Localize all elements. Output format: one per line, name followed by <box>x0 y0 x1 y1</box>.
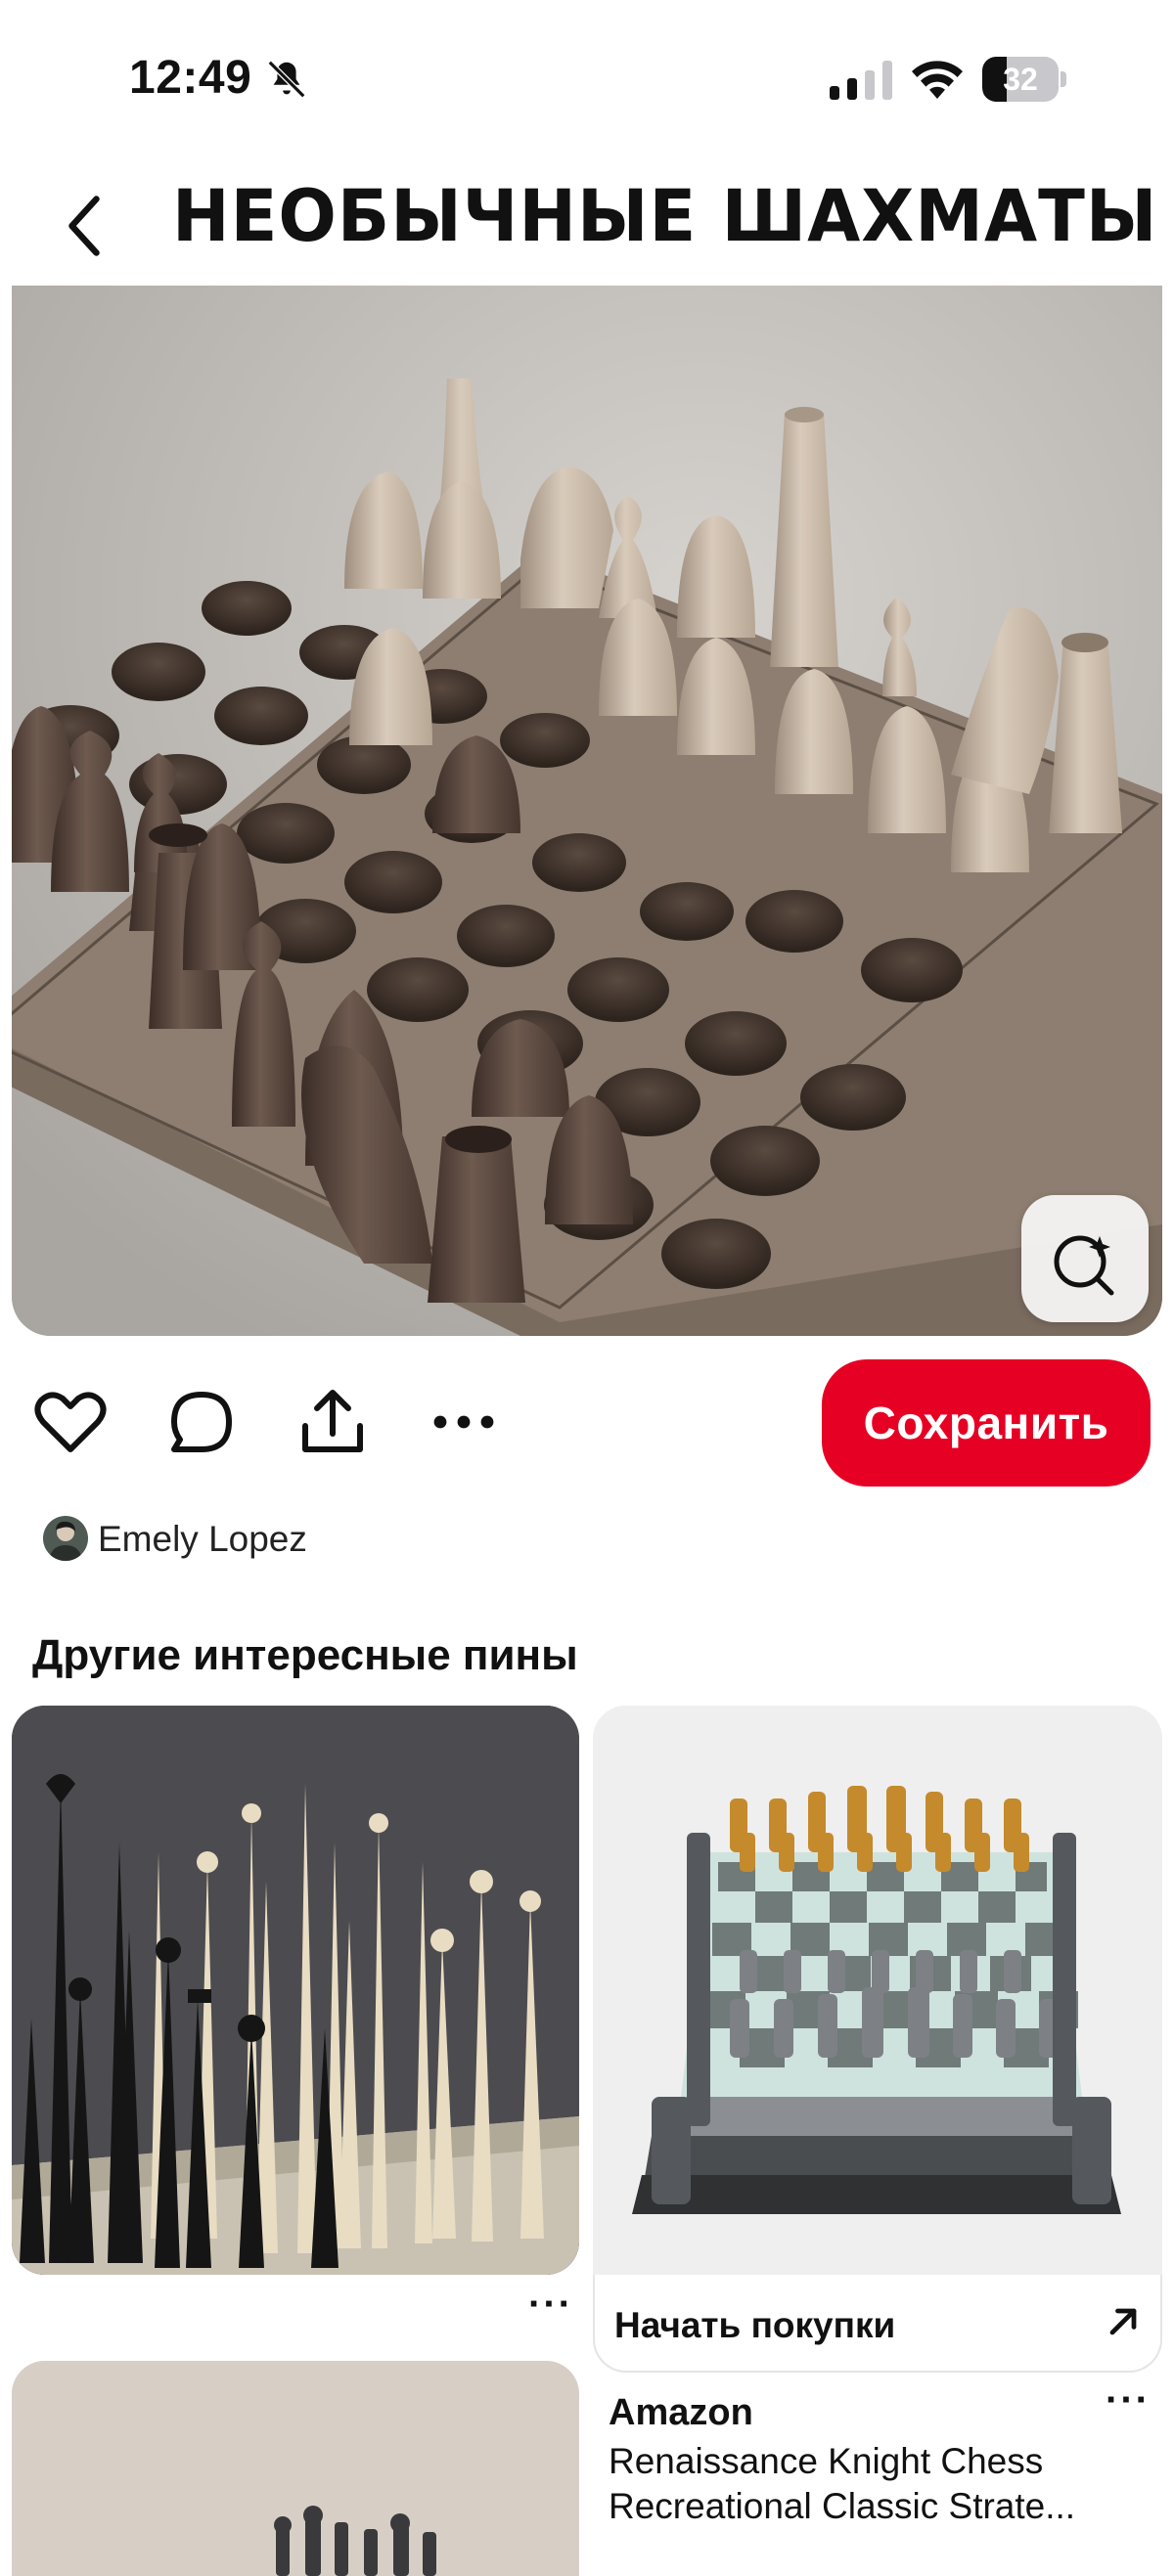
external-link-arrow-icon[interactable] <box>1102 2300 1145 2343</box>
related-pin-card[interactable] <box>12 1706 579 2275</box>
battery-percent: 32 <box>1003 62 1038 97</box>
start-shopping-label[interactable]: Начать покупки <box>614 2305 895 2346</box>
pin-more-button[interactable]: ··· <box>528 2283 573 2327</box>
pin-image[interactable] <box>12 286 1162 1336</box>
author-avatar[interactable] <box>43 1516 88 1561</box>
bell-muted-icon <box>267 60 306 99</box>
back-chevron-icon[interactable] <box>57 192 112 260</box>
visual-search-button[interactable] <box>1021 1195 1149 1322</box>
related-pin-card[interactable] <box>12 2361 579 2576</box>
wifi-icon <box>912 61 963 99</box>
chess-pieces-preview-image <box>12 2361 579 2576</box>
related-pins-heading: Другие интересные пины <box>32 1631 578 1679</box>
author-name[interactable]: Emely Lopez <box>98 1519 307 1560</box>
product-pin-card[interactable] <box>593 1706 1162 2373</box>
wooden-chess-set-illustration <box>12 286 1162 1336</box>
battery-indicator: 32 <box>982 57 1066 102</box>
merchant-name[interactable]: Amazon <box>609 2392 753 2434</box>
status-time: 12:49 <box>129 52 252 104</box>
more-options-icon[interactable] <box>425 1383 503 1461</box>
product-more-button[interactable]: ··· <box>1106 2378 1151 2422</box>
lens-search-icon <box>1054 1235 1114 1296</box>
heart-icon[interactable] <box>31 1383 110 1461</box>
board-title: НЕОБЫЧНЫЕ ШАХМАТЫ <box>172 173 1158 259</box>
product-title-line-1: Renaissance Knight Chess <box>609 2441 1044 2481</box>
tall-chess-pieces-image <box>12 1706 579 2275</box>
renaissance-chess-set-image <box>593 1706 1162 2275</box>
product-title[interactable]: Renaissance Knight Chess Recreational Cl… <box>609 2439 1137 2529</box>
product-title-line-2: Recreational Classic Strate... <box>609 2486 1076 2526</box>
comment-icon[interactable] <box>162 1383 241 1461</box>
share-icon[interactable] <box>294 1383 372 1461</box>
cellular-signal-icon <box>830 61 892 100</box>
save-button[interactable]: Сохранить <box>822 1359 1151 1487</box>
